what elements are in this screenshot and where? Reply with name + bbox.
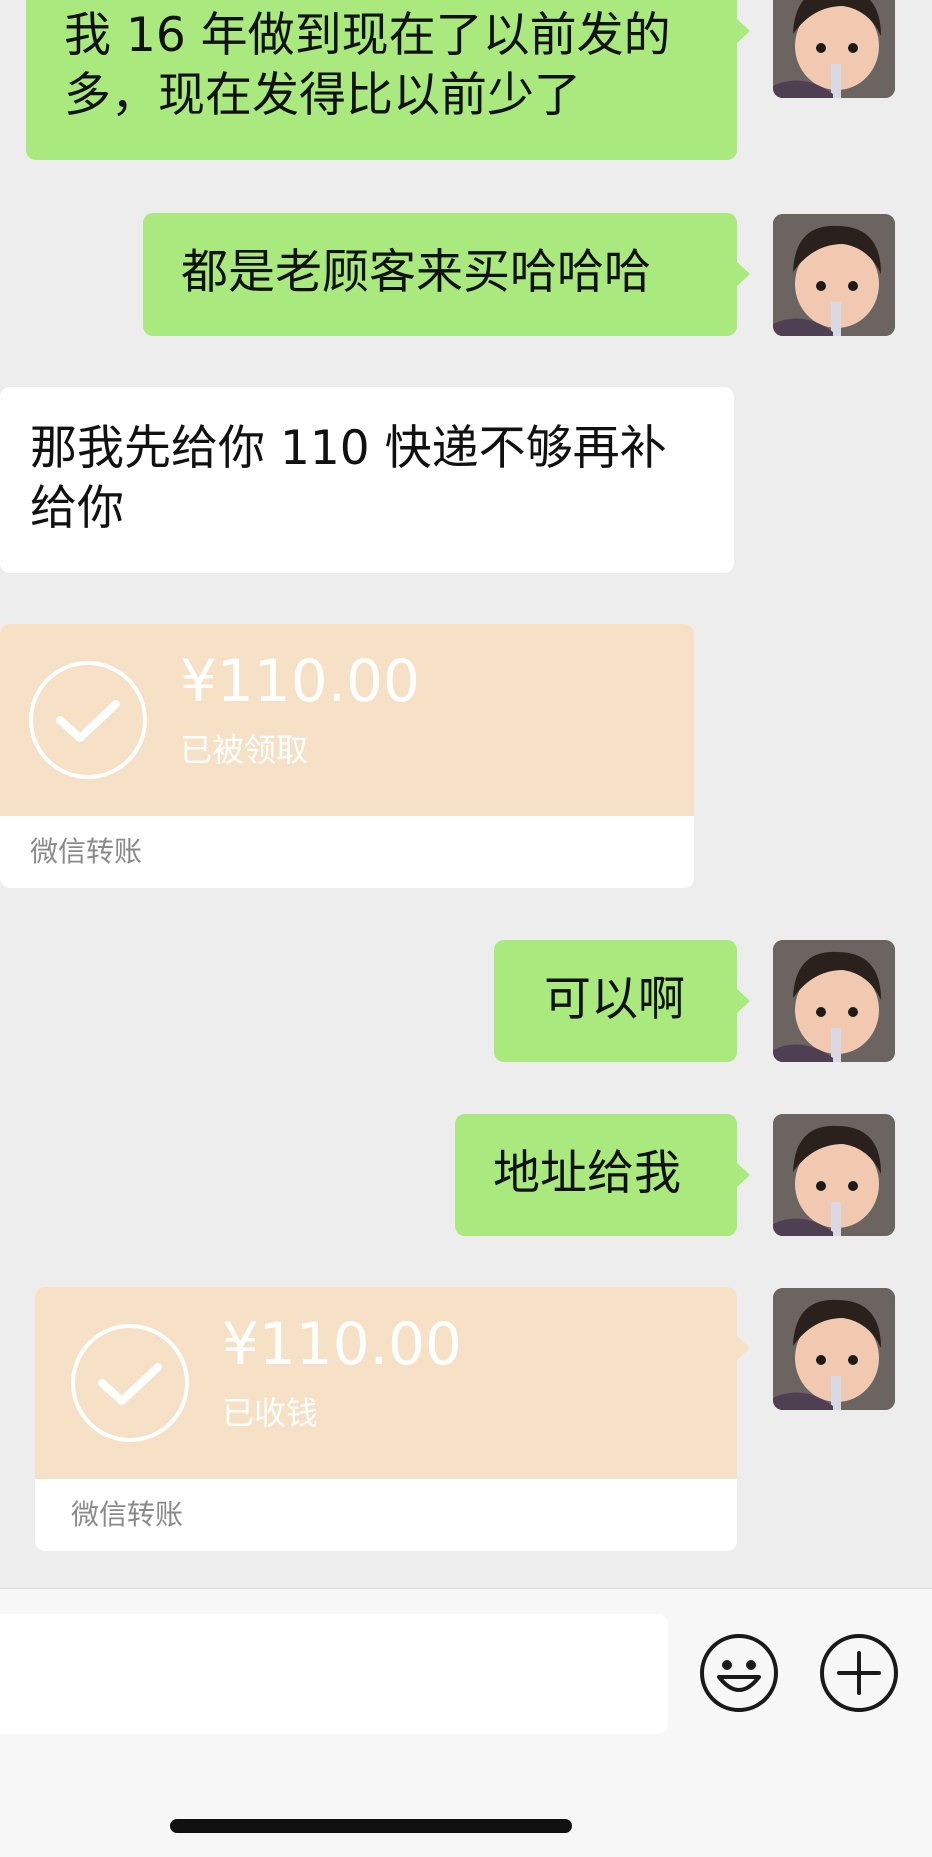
avatar-self[interactable] bbox=[773, 214, 895, 336]
message-text-line: 那我先给你 110 快递不够再补 bbox=[30, 421, 667, 476]
transfer-amount: ¥110.00 bbox=[180, 647, 420, 715]
home-indicator bbox=[170, 1819, 572, 1833]
message-text-line: 给你 bbox=[30, 481, 124, 536]
message-bubble-self[interactable]: 可以啊 bbox=[494, 940, 750, 1062]
message-text-line: 多，现在发得比以前少了 bbox=[64, 68, 581, 123]
transfer-status: 已被领取 bbox=[180, 731, 309, 769]
message-input[interactable] bbox=[0, 1614, 668, 1734]
avatar-image bbox=[773, 214, 895, 336]
avatar-self[interactable] bbox=[773, 0, 895, 98]
avatar-image bbox=[773, 1114, 895, 1236]
check-circle-icon bbox=[29, 661, 147, 779]
emoji-icon[interactable] bbox=[699, 1633, 779, 1713]
message-text-line: 我 16 年做到现在了以前发的 bbox=[64, 8, 671, 63]
transfer-label: 微信转账 bbox=[30, 835, 143, 868]
avatar-self[interactable] bbox=[773, 940, 895, 1062]
message-bubble-self[interactable]: 我 16 年做到现在了以前发的 多，现在发得比以前少了 bbox=[26, 0, 750, 160]
message-text-line: 可以啊 bbox=[544, 972, 685, 1027]
message-bubble-self[interactable]: 都是老顾客来买哈哈哈 bbox=[143, 213, 750, 336]
avatar-self[interactable] bbox=[773, 1114, 895, 1236]
plus-icon[interactable] bbox=[819, 1633, 899, 1713]
message-bubble-other[interactable]: 那我先给你 110 快递不够再补 给你 bbox=[0, 387, 734, 573]
chat-input-bar bbox=[0, 1588, 932, 1857]
message-text-line: 地址给我 bbox=[493, 1146, 681, 1201]
message-text-line: 都是老顾客来买哈哈哈 bbox=[181, 245, 651, 300]
transfer-card-self[interactable]: ¥110.00 已收钱 微信转账 bbox=[35, 1287, 750, 1551]
transfer-label: 微信转账 bbox=[71, 1498, 184, 1531]
avatar-image bbox=[773, 940, 895, 1062]
transfer-amount: ¥110.00 bbox=[222, 1310, 462, 1378]
transfer-status: 已收钱 bbox=[222, 1394, 319, 1432]
transfer-card-other[interactable]: ¥110.00 已被领取 微信转账 bbox=[0, 624, 694, 888]
avatar-image bbox=[773, 0, 895, 98]
avatar-image bbox=[773, 1288, 895, 1410]
avatar-self[interactable] bbox=[773, 1288, 895, 1410]
check-circle-icon bbox=[71, 1324, 189, 1442]
message-bubble-self[interactable]: 地址给我 bbox=[455, 1114, 750, 1236]
